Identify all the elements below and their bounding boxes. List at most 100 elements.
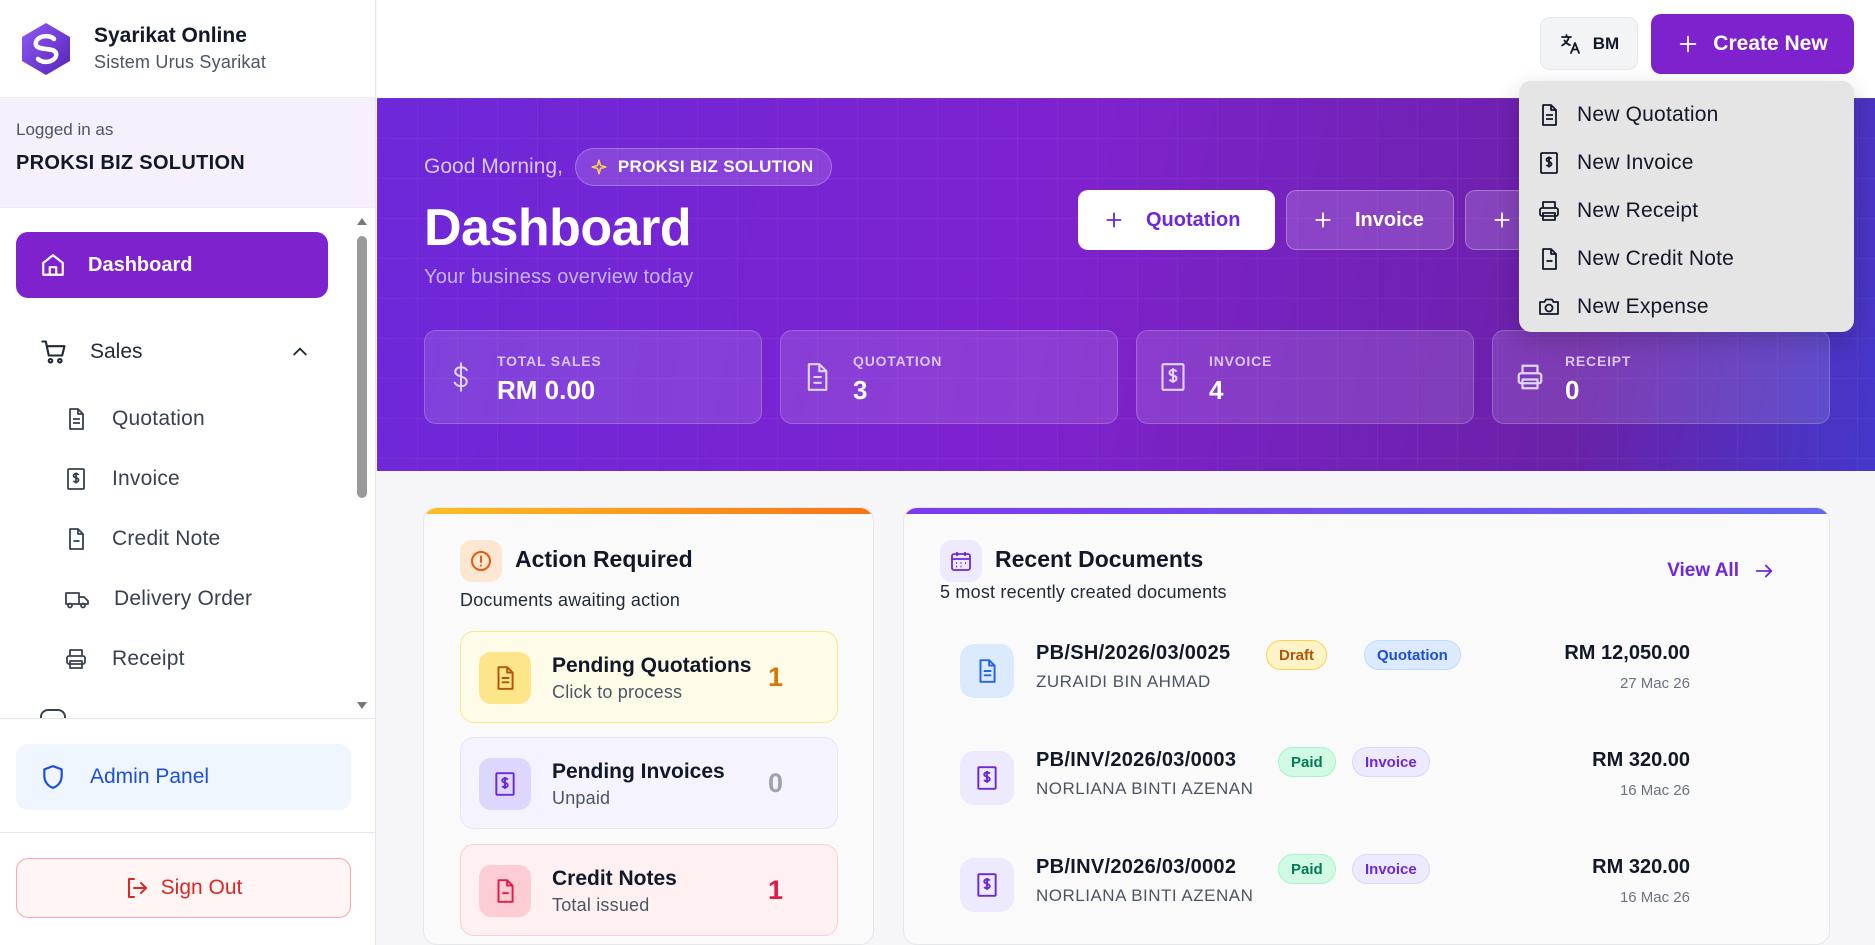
invoice-dollar-icon <box>1540 152 1558 174</box>
greeting: Good Morning, PROKSI BIZ SOLUTION <box>424 148 833 186</box>
stat-label: RECEIPT <box>1565 353 1632 369</box>
admin-panel-label: Admin Panel <box>90 765 210 788</box>
pending-title: Pending Quotations <box>552 654 752 677</box>
divider <box>0 832 375 833</box>
plus-icon <box>1494 212 1510 228</box>
menu-item-label: New Invoice <box>1577 151 1694 174</box>
stat-value: 3 <box>853 375 868 405</box>
document-minus-icon <box>1542 248 1557 270</box>
type-badge: Invoice <box>1352 747 1430 777</box>
menu-item-new-receipt[interactable]: New Receipt <box>1519 187 1854 235</box>
shield-icon <box>43 765 63 789</box>
document-icon <box>69 408 84 430</box>
document-minus-icon <box>479 865 531 917</box>
alert-circle-icon <box>460 540 502 582</box>
menu-item-label: New Expense <box>1577 295 1709 318</box>
sidebar-item-label: Quotation <box>112 407 205 430</box>
recent-document-row[interactable]: PB/SH/2026/03/0025 Draft Quotation ZURAI… <box>956 630 1776 720</box>
camera-icon <box>1539 298 1559 315</box>
menu-item-new-invoice[interactable]: New Invoice <box>1519 139 1854 187</box>
menu-item-label: New Quotation <box>1577 103 1719 126</box>
sidebar-item-label: Invoice <box>112 467 180 490</box>
status-badge: Draft <box>1266 640 1328 670</box>
pending-subtitle: Click to process <box>552 682 683 702</box>
plus-icon <box>1106 212 1122 228</box>
credit-notes-item[interactable]: Credit Notes Total issued 1 <box>460 844 838 936</box>
pending-invoices-item[interactable]: Pending Invoices Unpaid 0 <box>460 737 838 829</box>
menu-item-new-quotation[interactable]: New Quotation <box>1519 91 1854 139</box>
sidebar-item-label: Sales <box>90 340 143 363</box>
card-title: Action Required <box>515 546 693 572</box>
invoice-dollar-icon <box>960 858 1014 912</box>
arrow-right-icon <box>1755 564 1773 578</box>
language-label: BM <box>1592 33 1620 53</box>
brand-subtitle: Sistem Urus Syarikat <box>94 52 267 72</box>
session-company: PROKSI BIZ SOLUTION <box>16 152 246 174</box>
document-date: 16 Mac 26 <box>1619 782 1690 799</box>
scrollbar-down-arrow[interactable] <box>357 702 367 709</box>
type-badge: Invoice <box>1352 854 1430 884</box>
sidebar-item-invoice[interactable]: Invoice <box>64 459 314 499</box>
document-icon <box>1542 104 1557 126</box>
printer-icon <box>1539 201 1559 221</box>
plus-icon <box>1315 212 1331 228</box>
type-badge: Quotation <box>1364 640 1461 670</box>
pending-title: Pending Invoices <box>552 760 725 783</box>
sidebar-item-sales[interactable]: Sales <box>40 327 310 377</box>
stat-label: TOTAL SALES <box>497 353 602 369</box>
sidebar-item-label: Delivery Order <box>114 587 253 610</box>
document-client: NORLIANA BINTI AZENAN <box>1036 779 1254 798</box>
sidebar-scrollbar-thumb[interactable] <box>357 236 367 498</box>
recent-document-row[interactable]: PB/INV/2026/03/0002 Paid Invoice NORLIAN… <box>956 844 1776 934</box>
sidebar-item-label: Receipt <box>112 647 185 670</box>
menu-item-new-credit-note[interactable]: New Credit Note <box>1519 235 1854 283</box>
stat-label: QUOTATION <box>853 353 943 369</box>
status-badge: Paid <box>1278 854 1336 884</box>
admin-panel-button[interactable]: Admin Panel <box>16 744 351 810</box>
sidebar-item-dashboard[interactable]: Dashboard <box>16 232 328 298</box>
document-number: PB/INV/2026/03/0002 <box>1036 856 1237 878</box>
pending-quotations-item[interactable]: Pending Quotations Click to process 1 <box>460 631 838 723</box>
pending-subtitle: Unpaid <box>552 788 611 808</box>
language-toggle-button[interactable]: BM <box>1540 17 1638 70</box>
sidebar-item-receipt[interactable]: Receipt <box>64 639 314 679</box>
dollar-icon <box>453 362 468 392</box>
view-all-link[interactable]: View All <box>1667 560 1775 582</box>
menu-item-new-expense[interactable]: New Expense <box>1519 283 1854 331</box>
recent-document-row[interactable]: PB/INV/2026/03/0003 Paid Invoice NORLIAN… <box>956 737 1776 827</box>
sign-out-button[interactable]: Sign Out <box>16 858 351 918</box>
sign-out-label: Sign Out <box>160 876 243 899</box>
company-badge-label: PROKSI BIZ SOLUTION <box>617 157 814 176</box>
status-badge: Paid <box>1278 747 1336 777</box>
sidebar-nav: Dashboard Sales Quotation Invoice Credit… <box>0 209 375 719</box>
session-panel: Logged in as PROKSI BIZ SOLUTION <box>0 98 375 208</box>
stat-invoice: INVOICE 4 <box>1136 330 1474 424</box>
pending-count: 1 <box>767 875 783 905</box>
stat-value: 0 <box>1565 375 1580 405</box>
quick-quotation-button[interactable]: Quotation <box>1078 190 1275 250</box>
page-subtitle: Your business overview today <box>424 266 694 288</box>
action-required-card: Action Required Documents awaiting actio… <box>423 507 874 945</box>
sparkle-icon <box>591 159 607 175</box>
document-client: NORLIANA BINTI AZENAN <box>1036 886 1254 905</box>
document-number: PB/SH/2026/03/0025 <box>1036 642 1231 664</box>
pending-subtitle: Total issued <box>552 895 650 915</box>
recent-documents-card: Recent Documents 5 most recently created… <box>903 507 1830 945</box>
sidebar-item-credit-note[interactable]: Credit Note <box>64 519 314 559</box>
greeting-text: Good Morning, <box>424 155 563 178</box>
document-date: 16 Mac 26 <box>1619 889 1690 906</box>
create-new-button[interactable]: Create New <box>1651 14 1854 74</box>
card-subtitle: 5 most recently created documents <box>940 582 1227 602</box>
invoice-dollar-icon <box>1161 363 1185 391</box>
sidebar-item-delivery-order[interactable]: Delivery Order <box>64 579 314 619</box>
sidebar-item-quotation[interactable]: Quotation <box>64 399 314 439</box>
quick-invoice-label: Invoice <box>1355 208 1424 231</box>
home-icon <box>42 254 64 276</box>
sidebar-item-label: Credit Note <box>112 527 221 550</box>
session-label: Logged in as <box>16 120 114 139</box>
quick-invoice-button[interactable]: Invoice <box>1286 190 1454 250</box>
menu-item-label: New Receipt <box>1577 199 1699 222</box>
invoice-dollar-icon <box>479 758 531 810</box>
calendar-icon <box>940 540 982 582</box>
scrollbar-up-arrow[interactable] <box>357 218 367 225</box>
